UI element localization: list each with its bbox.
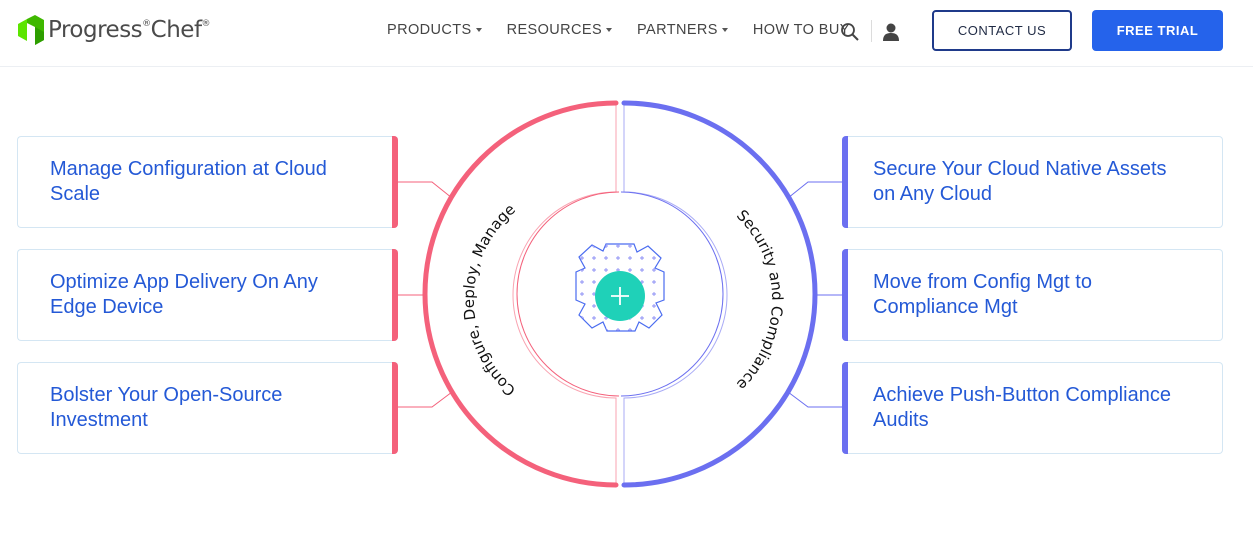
card-label: Manage Configuration at Cloud Scale bbox=[50, 158, 327, 205]
caret-down-icon bbox=[721, 28, 728, 32]
brand-mark: ® bbox=[142, 19, 151, 29]
brand-mark-chef: ® bbox=[201, 19, 211, 29]
brand-chef: Chef bbox=[150, 17, 202, 43]
card-push-button-compliance[interactable]: Achieve Push-Button Compliance Audits bbox=[842, 362, 1223, 454]
card-optimize-app-delivery[interactable]: Optimize App Delivery On Any Edge Device bbox=[17, 249, 398, 341]
user-icon[interactable] bbox=[881, 22, 901, 42]
nav-products-label: PRODUCTS bbox=[387, 22, 472, 38]
brand-name: Progress®Chef® bbox=[48, 17, 211, 43]
contact-us-button[interactable]: CONTACT US bbox=[932, 10, 1072, 51]
card-bolster-open-source[interactable]: Bolster Your Open-Source Investment bbox=[17, 362, 398, 454]
brand-progress: Progress bbox=[48, 17, 143, 43]
main-nav: PRODUCTS RESOURCES PARTNERS HOW TO BUY bbox=[387, 22, 875, 38]
search-icon[interactable] bbox=[840, 22, 860, 42]
nav-partners-label: PARTNERS bbox=[637, 22, 718, 38]
capability-diagram: Configure, Deploy, Manage Security and C… bbox=[398, 100, 842, 488]
nav-divider bbox=[871, 20, 872, 42]
nav-resources-label: RESOURCES bbox=[506, 22, 603, 38]
nav-products[interactable]: PRODUCTS bbox=[387, 22, 482, 38]
card-label: Optimize App Delivery On Any Edge Device bbox=[50, 271, 318, 318]
plus-icon[interactable] bbox=[595, 271, 645, 321]
caret-down-icon bbox=[475, 28, 482, 32]
card-manage-configuration[interactable]: Manage Configuration at Cloud Scale bbox=[17, 136, 398, 228]
free-trial-button[interactable]: FREE TRIAL bbox=[1092, 10, 1223, 51]
progress-logo-icon bbox=[18, 15, 44, 45]
caret-down-icon bbox=[606, 28, 613, 32]
card-label: Secure Your Cloud Native Assets on Any C… bbox=[873, 158, 1167, 205]
card-label: Bolster Your Open-Source Investment bbox=[50, 384, 283, 431]
site-header: Progress®Chef® PRODUCTS RESOURCES PARTNE… bbox=[0, 0, 1253, 67]
nav-partners[interactable]: PARTNERS bbox=[637, 22, 728, 38]
nav-how-to-buy[interactable]: HOW TO BUY bbox=[753, 22, 850, 38]
nav-how-to-buy-label: HOW TO BUY bbox=[752, 22, 850, 38]
card-secure-cloud-native[interactable]: Secure Your Cloud Native Assets on Any C… bbox=[842, 136, 1223, 228]
card-label: Move from Config Mgt to Compliance Mgt bbox=[873, 271, 1092, 318]
progress-chef-logo[interactable]: Progress®Chef® bbox=[18, 14, 211, 46]
card-label: Achieve Push-Button Compliance Audits bbox=[873, 384, 1171, 431]
card-config-to-compliance[interactable]: Move from Config Mgt to Compliance Mgt bbox=[842, 249, 1223, 341]
nav-resources[interactable]: RESOURCES bbox=[506, 22, 613, 38]
